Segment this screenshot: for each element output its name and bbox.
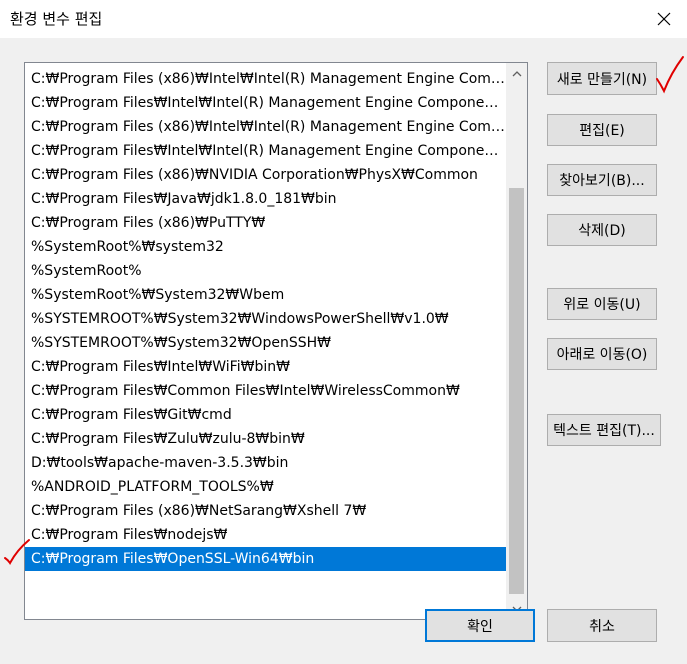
scroll-up-button[interactable] — [506, 63, 527, 84]
path-list-item[interactable]: C:₩Program Files₩Intel₩Intel(R) Manageme… — [25, 91, 506, 115]
close-button[interactable] — [641, 0, 687, 38]
path-list-item[interactable]: C:₩Program Files (x86)₩PuTTY₩ — [25, 211, 506, 235]
edit-env-var-dialog: 환경 변수 편집 C:₩Program Files (x86)₩Intel₩In… — [0, 0, 687, 664]
dialog-body: C:₩Program Files (x86)₩Intel₩Intel(R) Ma… — [0, 38, 687, 664]
delete-button[interactable]: 삭제(D) — [547, 214, 657, 246]
edit-text-button[interactable]: 텍스트 편집(T)... — [547, 414, 661, 446]
title-bar: 환경 변수 편집 — [0, 0, 687, 38]
cancel-button[interactable]: 취소 — [547, 609, 657, 642]
path-list: C:₩Program Files (x86)₩Intel₩Intel(R) Ma… — [25, 67, 506, 571]
path-list-item[interactable]: %ANDROID_PLATFORM_TOOLS%₩ — [25, 475, 506, 499]
new-button[interactable]: 새로 만들기(N) — [547, 62, 657, 95]
edit-button[interactable]: 편집(E) — [547, 114, 657, 146]
browse-button[interactable]: 찾아보기(B)... — [547, 164, 657, 196]
path-list-item[interactable]: C:₩Program Files (x86)₩Intel₩Intel(R) Ma… — [25, 115, 506, 139]
ok-button[interactable]: 확인 — [425, 609, 535, 642]
close-icon — [657, 12, 671, 26]
window-title: 환경 변수 편집 — [10, 10, 103, 28]
path-list-item[interactable]: C:₩Program Files₩OpenSSL-Win64₩bin — [25, 547, 506, 571]
move-down-button[interactable]: 아래로 이동(O) — [547, 338, 657, 370]
path-list-item[interactable]: C:₩Program Files₩Intel₩WiFi₩bin₩ — [25, 355, 506, 379]
path-list-item[interactable]: %SYSTEMROOT%₩System32₩OpenSSH₩ — [25, 331, 506, 355]
move-up-button[interactable]: 위로 이동(U) — [547, 288, 657, 320]
path-list-item[interactable]: %SYSTEMROOT%₩System32₩WindowsPowerShell₩… — [25, 307, 506, 331]
path-list-item[interactable]: C:₩Program Files₩Common Files₩Intel₩Wire… — [25, 379, 506, 403]
path-list-item[interactable]: C:₩Program Files₩Zulu₩zulu-8₩bin₩ — [25, 427, 506, 451]
path-list-item[interactable]: %SystemRoot% — [25, 259, 506, 283]
path-list-item[interactable]: C:₩Program Files₩Java₩jdk1.8.0_181₩bin — [25, 187, 506, 211]
path-list-item[interactable]: C:₩Program Files (x86)₩NetSarang₩Xshell … — [25, 499, 506, 523]
path-list-item[interactable]: C:₩Program Files₩Intel₩Intel(R) Manageme… — [25, 139, 506, 163]
scroll-thumb[interactable] — [509, 188, 524, 594]
path-list-item[interactable]: %SystemRoot%₩System32₩Wbem — [25, 283, 506, 307]
path-list-item[interactable]: D:₩tools₩apache-maven-3.5.3₩bin — [25, 451, 506, 475]
vertical-scrollbar[interactable] — [506, 63, 527, 619]
path-list-item[interactable]: C:₩Program Files₩nodejs₩ — [25, 523, 506, 547]
path-list-item[interactable]: C:₩Program Files₩Git₩cmd — [25, 403, 506, 427]
chevron-up-icon — [512, 70, 521, 76]
path-list-item[interactable]: %SystemRoot%₩system32 — [25, 235, 506, 259]
path-list-item[interactable]: C:₩Program Files (x86)₩Intel₩Intel(R) Ma… — [25, 67, 506, 91]
path-list-item[interactable]: C:₩Program Files (x86)₩NVIDIA Corporatio… — [25, 163, 506, 187]
path-listbox[interactable]: C:₩Program Files (x86)₩Intel₩Intel(R) Ma… — [24, 62, 528, 620]
